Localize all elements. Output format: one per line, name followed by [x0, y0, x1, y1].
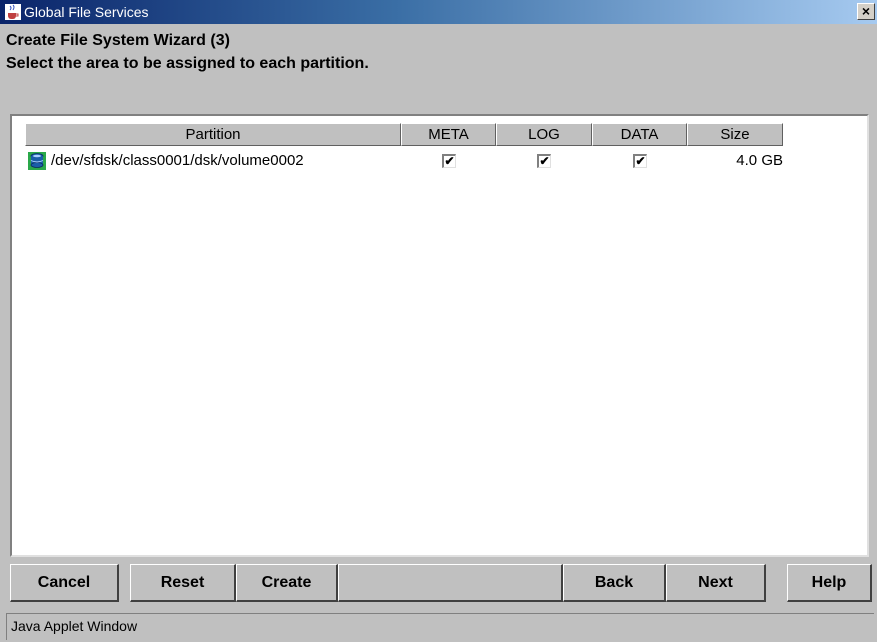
close-icon: × [861, 3, 871, 19]
table-row[interactable]: /dev/sfdsk/class0001/dsk/volume0002 ✔ ✔ … [25, 148, 785, 174]
spacer-panel [338, 564, 563, 602]
window-title: Global File Services [24, 4, 149, 20]
help-button[interactable]: Help [787, 564, 872, 602]
status-bar: Java Applet Window [6, 613, 874, 640]
create-button[interactable]: Create [236, 564, 338, 602]
title-bar[interactable]: Global File Services × [0, 0, 877, 24]
partition-size: 4.0 GB [736, 152, 783, 169]
close-button[interactable]: × [857, 3, 875, 20]
partition-table[interactable]: Partition META LOG DATA Size /dev/sfdsk/… [10, 114, 869, 557]
java-coffee-icon [5, 4, 21, 20]
column-header-size[interactable]: Size [687, 123, 783, 146]
partition-path: /dev/sfdsk/class0001/dsk/volume0002 [51, 152, 304, 169]
disk-volume-icon [28, 152, 46, 170]
column-header-log[interactable]: LOG [496, 123, 592, 146]
next-button[interactable]: Next [666, 564, 766, 602]
data-checkbox[interactable]: ✔ [633, 154, 647, 168]
meta-checkbox[interactable]: ✔ [442, 154, 456, 168]
wizard-heading: Create File System Wizard (3) [6, 32, 230, 49]
wizard-instruction: Select the area to be assigned to each p… [6, 55, 369, 72]
log-checkbox[interactable]: ✔ [537, 154, 551, 168]
cancel-button[interactable]: Cancel [10, 564, 119, 602]
column-header-meta[interactable]: META [401, 123, 496, 146]
back-button[interactable]: Back [563, 564, 666, 602]
reset-button[interactable]: Reset [130, 564, 236, 602]
column-header-partition[interactable]: Partition [25, 123, 401, 146]
column-header-data[interactable]: DATA [592, 123, 687, 146]
